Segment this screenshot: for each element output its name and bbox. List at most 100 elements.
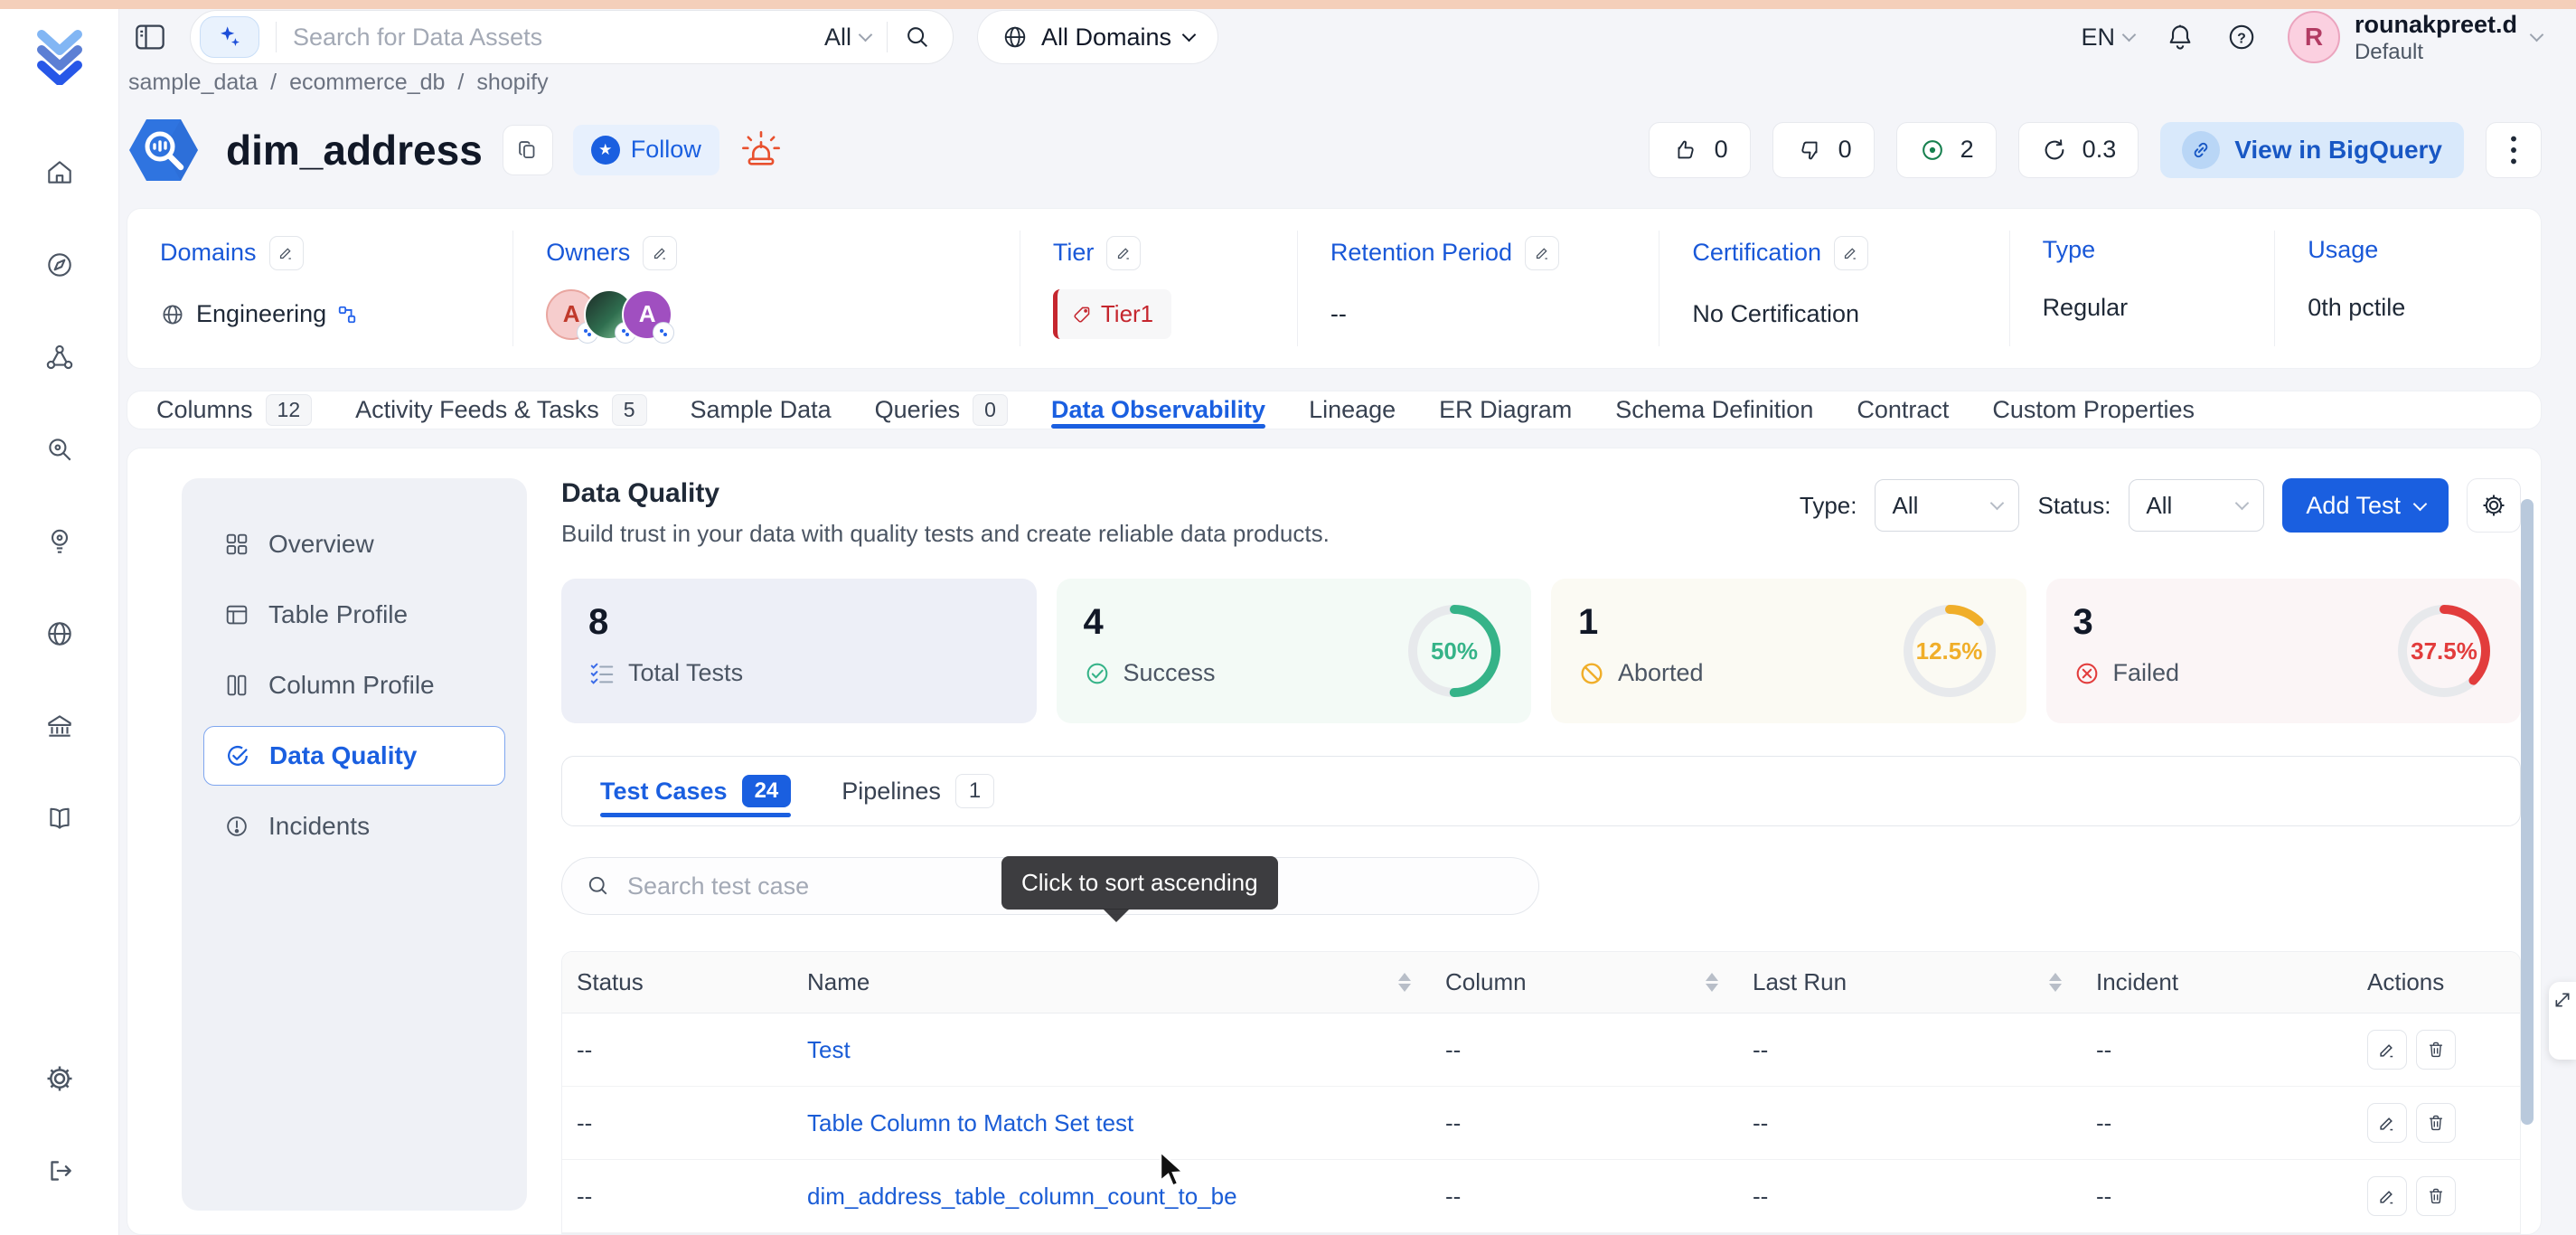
- user-menu[interactable]: R rounakpreet.d Default: [2288, 10, 2542, 64]
- ai-sparkles-icon[interactable]: [200, 16, 259, 58]
- owner-avatar[interactable]: A: [622, 289, 672, 340]
- nav-home-icon[interactable]: [0, 127, 118, 219]
- nav-observability-icon[interactable]: [0, 403, 118, 495]
- scrollbar[interactable]: [2521, 499, 2534, 1125]
- right-panel-expand-icon[interactable]: [2549, 982, 2576, 1060]
- thumbs-up-icon: [1671, 136, 1700, 165]
- test-cases-table: Status Name Column Last Run Incident Act…: [561, 951, 2521, 1234]
- tab-contract[interactable]: Contract: [1857, 391, 1949, 429]
- copy-icon[interactable]: [503, 125, 553, 175]
- col-last-run: Last Run: [1738, 952, 2082, 1013]
- edit-retention-icon[interactable]: [1525, 236, 1559, 270]
- delete-test-icon[interactable]: [2416, 1103, 2456, 1143]
- tab-er-diagram[interactable]: ER Diagram: [1439, 391, 1572, 429]
- notifications-bell-icon[interactable]: [2165, 22, 2195, 52]
- left-nav-rail: [0, 9, 119, 1235]
- panel-item-table-profile[interactable]: Table Profile: [203, 585, 505, 645]
- meta-type: Type Regular: [2010, 231, 2276, 346]
- meta-tier: Tier Tier1: [1020, 231, 1298, 346]
- tab-schema-definition[interactable]: Schema Definition: [1615, 391, 1813, 429]
- tab-columns[interactable]: Columns12: [156, 391, 312, 429]
- test-case-link[interactable]: dim_address_table_column_count_to_be: [807, 1183, 1237, 1210]
- edit-tier-icon[interactable]: [1106, 236, 1141, 270]
- sort-icon[interactable]: [1706, 973, 1724, 992]
- add-test-button[interactable]: Add Test: [2282, 478, 2449, 533]
- tier-badge[interactable]: Tier1: [1053, 289, 1171, 339]
- delete-test-icon[interactable]: [2416, 1176, 2456, 1216]
- upvote-button[interactable]: 0: [1649, 122, 1751, 178]
- search-input[interactable]: [293, 24, 808, 52]
- tab-data-observability[interactable]: Data Observability: [1051, 391, 1265, 429]
- meta-owners: Owners A A: [513, 231, 1020, 346]
- tab-test-cases[interactable]: Test Cases 24: [600, 757, 791, 825]
- downvote-button[interactable]: 0: [1772, 122, 1875, 178]
- watchers-button[interactable]: 2: [1896, 122, 1997, 178]
- global-search[interactable]: All: [190, 10, 954, 64]
- top-accent-strip: [0, 0, 2576, 9]
- panel-item-incidents[interactable]: Incidents: [203, 797, 505, 856]
- breadcrumb-item[interactable]: shopify: [476, 70, 548, 96]
- version-button[interactable]: 0.3: [2018, 122, 2139, 178]
- grid-icon: [223, 531, 250, 558]
- nav-logout-icon[interactable]: [0, 1125, 118, 1217]
- sort-icon[interactable]: [1398, 973, 1416, 992]
- search-icon: [586, 873, 611, 899]
- tab-activity-feeds[interactable]: Activity Feeds & Tasks5: [355, 391, 646, 429]
- language-dropdown[interactable]: EN: [2081, 24, 2134, 52]
- nav-govern-icon[interactable]: [0, 311, 118, 403]
- type-filter-label: Type:: [1800, 492, 1857, 520]
- meta-retention: Retention Period --: [1298, 231, 1660, 346]
- breadcrumb-separator: /: [270, 70, 277, 96]
- edit-test-icon[interactable]: [2367, 1103, 2407, 1143]
- search-scope-dropdown[interactable]: All: [824, 24, 870, 52]
- nav-insights-icon[interactable]: [0, 495, 118, 588]
- col-name: Name: [793, 952, 1431, 1013]
- owner-avatars[interactable]: A A: [546, 289, 672, 340]
- domain-value[interactable]: Engineering: [196, 300, 326, 328]
- alert-siren-icon[interactable]: [739, 129, 783, 171]
- watch-target-icon: [1919, 137, 1946, 164]
- edit-test-icon[interactable]: [2367, 1030, 2407, 1070]
- edit-owners-icon[interactable]: [643, 236, 677, 270]
- breadcrumb: sample_data / ecommerce_db / shopify: [119, 66, 2576, 96]
- nav-glossary-icon[interactable]: [0, 680, 118, 772]
- tab-custom-properties[interactable]: Custom Properties: [1992, 391, 2195, 429]
- type-filter-select[interactable]: All: [1875, 479, 2019, 532]
- tab-lineage[interactable]: Lineage: [1309, 391, 1396, 429]
- failed-card: 3 Failed 37.5%: [2046, 579, 2522, 723]
- app-logo[interactable]: [31, 29, 89, 85]
- test-settings-gear-icon[interactable]: [2467, 478, 2521, 533]
- table-row: -- Table Column to Match Set test -- -- …: [562, 1087, 2520, 1160]
- tab-pipelines[interactable]: Pipelines 1: [841, 757, 994, 825]
- panel-item-data-quality[interactable]: Data Quality: [203, 726, 505, 786]
- tab-sample-data[interactable]: Sample Data: [691, 391, 832, 429]
- breadcrumb-item[interactable]: sample_data: [128, 70, 258, 96]
- edit-certification-icon[interactable]: [1834, 236, 1868, 270]
- nav-knowledge-icon[interactable]: [0, 772, 118, 864]
- edit-domains-icon[interactable]: [269, 236, 304, 270]
- exclamation-circle-icon: [223, 813, 250, 840]
- meta-domains: Domains Engineering: [127, 231, 513, 346]
- test-case-link[interactable]: Test: [807, 1036, 851, 1063]
- all-domains-button[interactable]: All Domains: [977, 10, 1218, 64]
- more-actions-button[interactable]: [2486, 122, 2542, 178]
- breadcrumb-item[interactable]: ecommerce_db: [289, 70, 445, 96]
- follow-button[interactable]: ★ Follow: [573, 125, 719, 175]
- failed-ring: 37.5%: [2391, 598, 2497, 704]
- status-filter-select[interactable]: All: [2129, 479, 2264, 532]
- nav-settings-icon[interactable]: [0, 1032, 118, 1125]
- delete-test-icon[interactable]: [2416, 1030, 2456, 1070]
- view-in-bigquery-button[interactable]: View in BigQuery: [2160, 122, 2464, 178]
- top-bar: All All Domains EN ?: [119, 9, 2576, 66]
- search-icon[interactable]: [904, 24, 931, 51]
- help-icon[interactable]: ?: [2226, 22, 2257, 52]
- sidebar-collapse-icon[interactable]: [134, 22, 166, 52]
- sort-icon[interactable]: [2049, 973, 2067, 992]
- nav-explore-icon[interactable]: [0, 219, 118, 311]
- test-case-link[interactable]: Table Column to Match Set test: [807, 1109, 1133, 1136]
- tab-queries[interactable]: Queries0: [875, 391, 1008, 429]
- panel-item-overview[interactable]: Overview: [203, 514, 505, 574]
- edit-test-icon[interactable]: [2367, 1176, 2407, 1216]
- panel-item-column-profile[interactable]: Column Profile: [203, 655, 505, 715]
- nav-domains-icon[interactable]: [0, 588, 118, 680]
